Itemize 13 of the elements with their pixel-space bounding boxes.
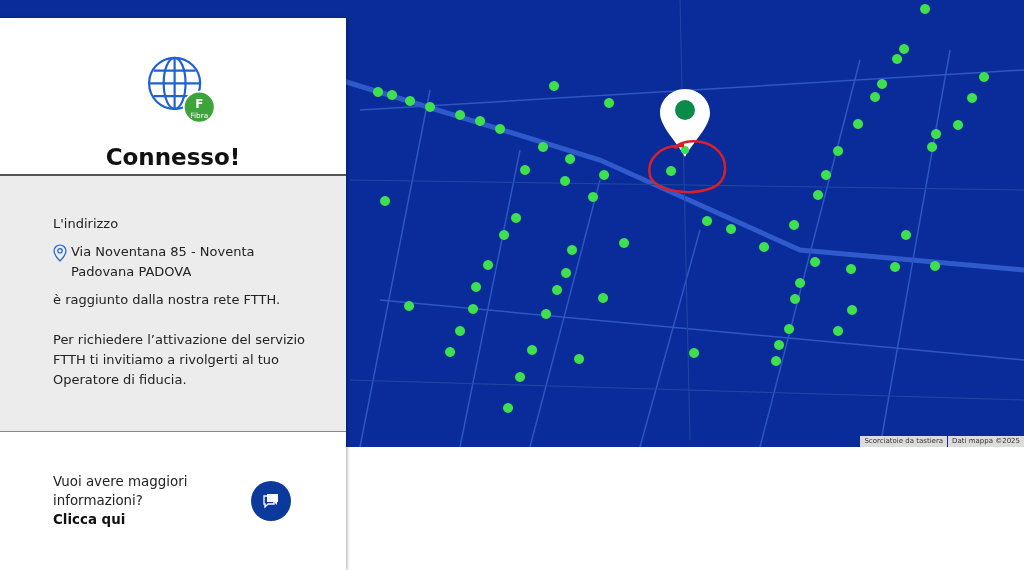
status-title: Connesso!: [105, 142, 241, 172]
address-text: Via Noventana 85 - Noventa Padovana PADOVA: [71, 243, 256, 281]
chat-button[interactable]: [251, 481, 291, 521]
chat-icon: [262, 493, 280, 509]
more-info-link[interactable]: Clicca qui: [53, 512, 126, 527]
advice-text: Per richiedere l’attivazione del servizio FTTH ti invitiamo a rivolgerti al tuo Operatore di fiducia.: [53, 331, 306, 389]
coverage-text: è raggiunto dalla nostra rete FTTH.: [53, 291, 282, 309]
badge-label: Fibra: [190, 111, 209, 121]
question-text: Vuoi avere maggiori informazioni?: [53, 473, 189, 510]
map-pin-icon: [659, 88, 711, 158]
location-pin-icon: [53, 244, 67, 262]
badge-letter: F: [195, 97, 204, 111]
intro-text: L'indirizzo: [53, 215, 120, 233]
